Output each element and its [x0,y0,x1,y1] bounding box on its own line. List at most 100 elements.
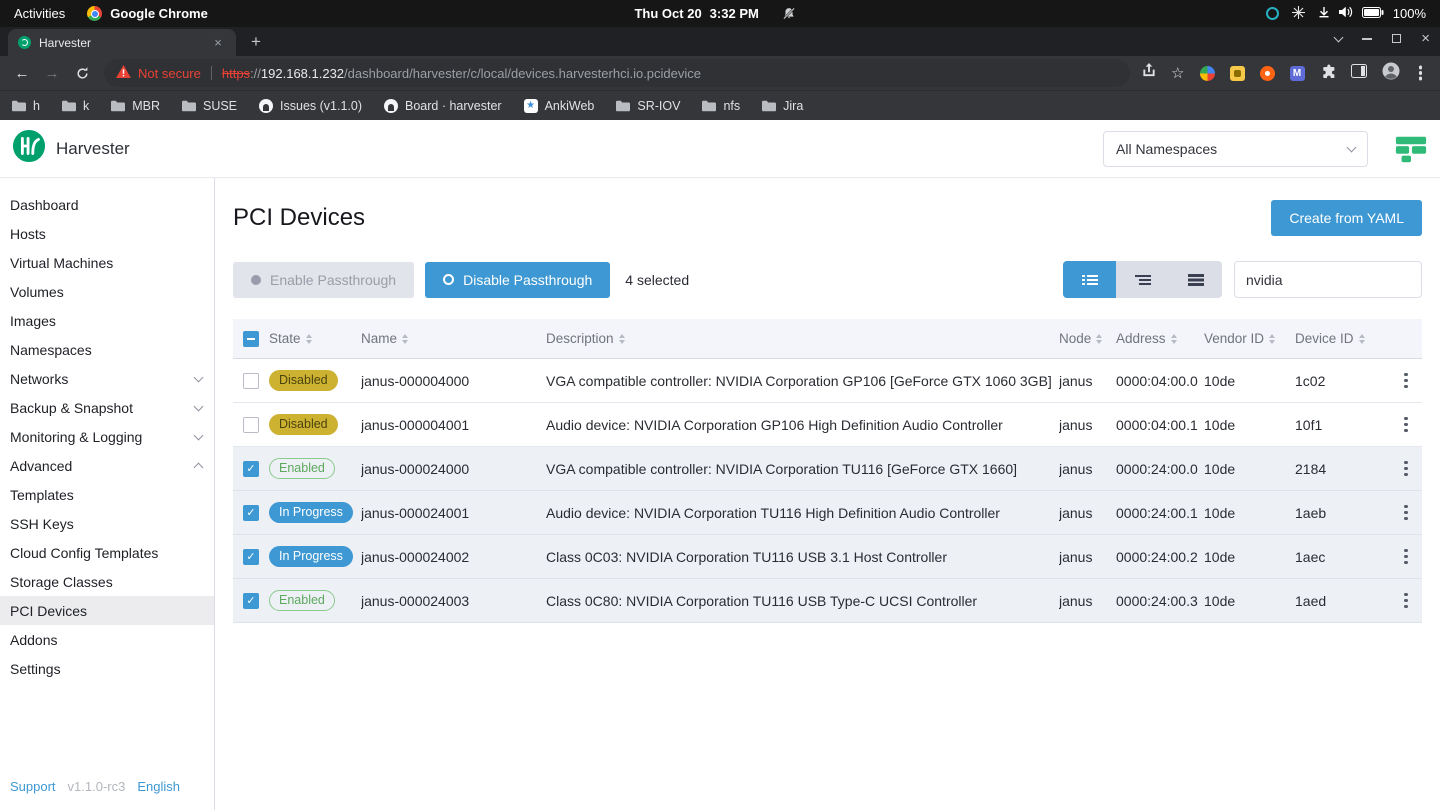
table-row[interactable]: Enabled janus-000024000 VGA compatible c… [233,447,1422,491]
row-actions-kebab[interactable] [1396,503,1416,523]
window-maximize-button[interactable] [1392,34,1401,43]
sort-icon[interactable] [1269,334,1275,344]
row-checkbox[interactable] [243,593,259,609]
search-input[interactable] [1234,261,1422,298]
extension-pinwheel-icon[interactable] [1200,66,1215,81]
column-header-node[interactable]: Node [1059,331,1091,346]
bookmark-folder-suse[interactable]: SUSE [182,99,237,113]
profile-avatar[interactable] [1382,62,1400,85]
column-header-description[interactable]: Description [546,331,614,346]
support-link[interactable]: Support [10,779,56,794]
sidebar-item-addons[interactable]: Addons [0,625,214,654]
sort-icon[interactable] [1171,334,1177,344]
view-list-button[interactable] [1063,261,1116,298]
sidebar-item-virtual-machines[interactable]: Virtual Machines [0,248,214,277]
system-tray[interactable]: 100% [1266,6,1426,22]
language-link[interactable]: English [137,779,180,794]
bookmark-folder-h[interactable]: h [12,99,40,113]
table-row[interactable]: In Progress janus-000024002 Class 0C03: … [233,535,1422,579]
enable-passthrough-button[interactable]: Enable Passthrough [233,262,414,298]
sidebar-item-backup-snapshot[interactable]: Backup & Snapshot [0,393,214,422]
sidebar-item-settings[interactable]: Settings [0,654,214,683]
bookmark-folder-sriov[interactable]: SR-IOV [616,99,680,113]
sidebar-item-networks[interactable]: Networks [0,364,214,393]
device-device-id: 1aed [1295,593,1390,609]
sort-icon[interactable] [306,334,312,344]
not-secure-warning-icon[interactable] [116,65,131,81]
table-row[interactable]: In Progress janus-000024001 Audio device… [233,491,1422,535]
column-header-state[interactable]: State [269,331,301,346]
row-checkbox[interactable] [243,505,259,521]
row-checkbox[interactable] [243,461,259,477]
side-panel-icon[interactable] [1351,64,1367,83]
bookmark-ankiweb[interactable]: AnkiWeb [524,99,595,113]
bookmark-folder-nfs[interactable]: nfs [702,99,740,113]
browser-menu-kebab-icon[interactable] [1419,71,1423,75]
sort-icon[interactable] [1359,334,1365,344]
bookmark-github-board[interactable]: Board · harvester [384,99,502,113]
bookmark-star-icon[interactable] [1171,64,1184,82]
forward-button[interactable] [38,59,66,87]
row-checkbox[interactable] [243,373,259,389]
row-actions-kebab[interactable] [1396,371,1416,391]
create-from-yaml-button[interactable]: Create from YAML [1271,200,1422,236]
row-actions-kebab[interactable] [1396,415,1416,435]
table-row[interactable]: Disabled janus-000004000 VGA compatible … [233,359,1422,403]
bookmark-folder-k[interactable]: k [62,99,89,113]
sidebar-item-templates[interactable]: Templates [0,480,214,509]
tab-close-icon[interactable] [210,35,226,51]
sidebar-item-advanced[interactable]: Advanced [0,451,214,480]
column-header-address[interactable]: Address [1116,331,1166,346]
view-table-button[interactable] [1169,261,1222,298]
sidebar-item-images[interactable]: Images [0,306,214,335]
share-icon[interactable] [1142,63,1156,83]
extension-gold-icon[interactable] [1230,66,1245,81]
row-actions-kebab[interactable] [1396,591,1416,611]
sort-icon[interactable] [1096,334,1102,344]
tab-search-icon[interactable] [1334,32,1344,42]
back-button[interactable] [8,59,36,87]
extension-orange-icon[interactable] [1260,66,1275,81]
column-header-name[interactable]: Name [361,331,397,346]
bookmark-folder-jira[interactable]: Jira [762,99,803,113]
table-row[interactable]: Enabled janus-000024003 Class 0C80: NVID… [233,579,1422,623]
column-header-device-id[interactable]: Device ID [1295,331,1354,346]
disable-passthrough-button[interactable]: Disable Passthrough [425,262,610,298]
browser-tab-harvester[interactable]: Harvester [8,29,236,56]
sort-icon[interactable] [619,334,625,344]
harvester-logo[interactable] [12,129,46,168]
sidebar-item-dashboard[interactable]: Dashboard [0,190,214,219]
row-actions-kebab[interactable] [1396,547,1416,567]
row-actions-kebab[interactable] [1396,459,1416,479]
sidebar-item-namespaces[interactable]: Namespaces [0,335,214,364]
sidebar-item-cloud-config-templates[interactable]: Cloud Config Templates [0,538,214,567]
window-close-button[interactable] [1421,31,1430,46]
sidebar-item-volumes[interactable]: Volumes [0,277,214,306]
sort-icon[interactable] [402,334,408,344]
sidebar-item-ssh-keys[interactable]: SSH Keys [0,509,214,538]
address-bar[interactable]: Not secure https://192.168.1.232/dashboa… [104,59,1130,87]
clock[interactable]: Thu Oct 20 3:32 PM [634,0,795,27]
sidebar-item-hosts[interactable]: Hosts [0,219,214,248]
namespace-select[interactable]: All Namespaces [1103,131,1368,167]
sidebar-item-pci-devices[interactable]: PCI Devices [0,596,214,625]
view-grouped-button[interactable] [1116,261,1169,298]
activities-button[interactable]: Activities [14,6,65,21]
new-tab-button[interactable] [244,30,268,54]
extension-m-icon[interactable] [1290,66,1305,81]
table-row[interactable]: Disabled janus-000004001 Audio device: N… [233,403,1422,447]
row-checkbox[interactable] [243,417,259,433]
sidebar-item-storage-classes[interactable]: Storage Classes [0,567,214,596]
window-minimize-button[interactable] [1362,38,1372,40]
column-header-vendor-id[interactable]: Vendor ID [1204,331,1264,346]
reload-button[interactable] [68,59,96,87]
extensions-puzzle-icon[interactable] [1320,63,1336,84]
row-checkbox[interactable] [243,549,259,565]
bookmark-github-issues[interactable]: Issues (v1.1.0) [259,99,362,113]
focused-app-indicator[interactable]: Google Chrome [87,6,208,21]
bookmark-folder-mbr[interactable]: MBR [111,99,160,113]
select-all-checkbox[interactable] [243,331,259,347]
sidebar-item-monitoring-logging[interactable]: Monitoring & Logging [0,422,214,451]
rancher-menu-logo[interactable] [1394,132,1428,166]
selected-count: 4 selected [625,272,689,288]
